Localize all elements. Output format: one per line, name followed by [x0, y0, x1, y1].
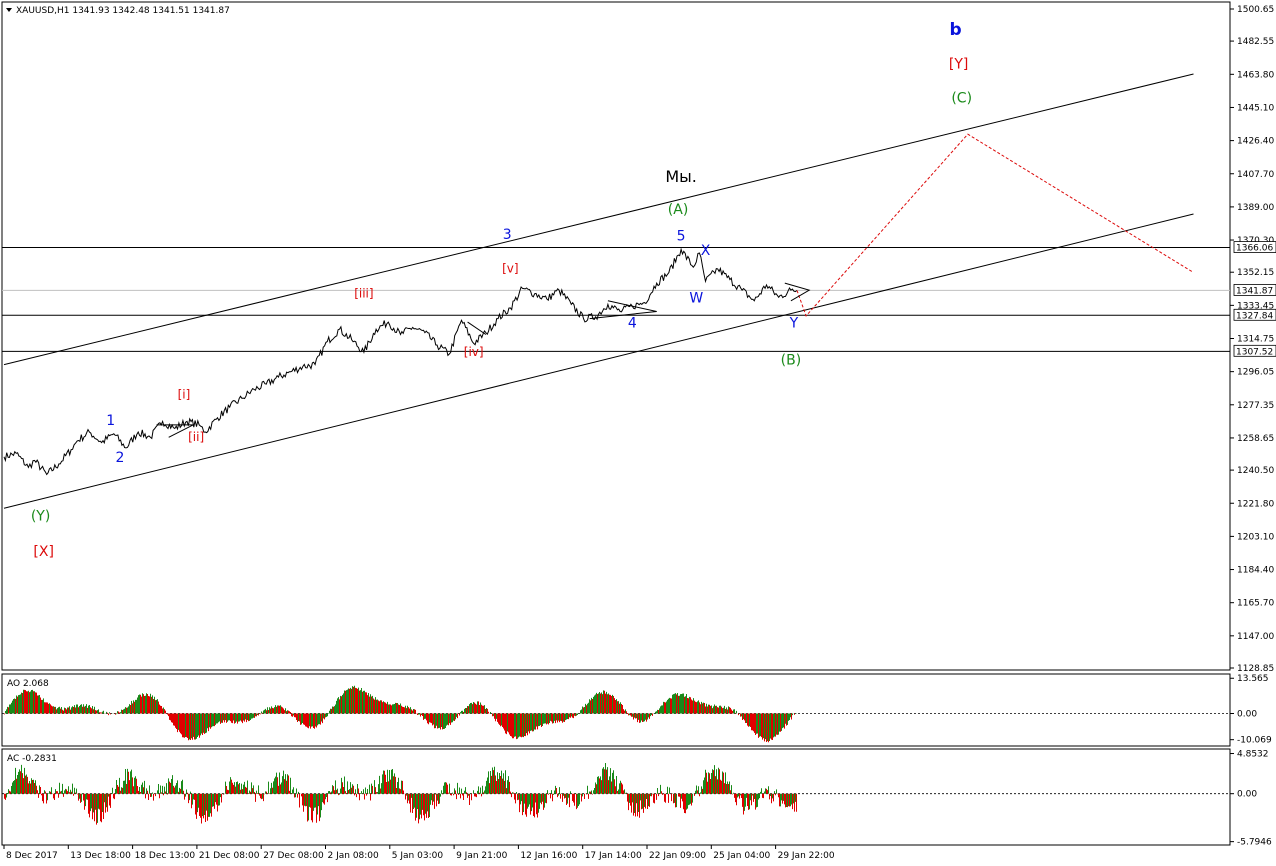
price-label-value: 1307.52 [1236, 347, 1273, 357]
time-tick-label: 18 Dec 13:00 [135, 851, 196, 861]
wave-label: W [689, 291, 703, 307]
price-tick-label: 1500.65 [1237, 5, 1274, 15]
wave-label: (B) [781, 353, 802, 369]
price-tick-label: 1221.80 [1237, 499, 1274, 509]
price-tick-label: 1184.40 [1237, 566, 1274, 576]
main-price-panel[interactable] [1, 1, 1231, 671]
osc-tick-label: -5.7946 [1237, 838, 1272, 848]
ac-panel[interactable] [1, 748, 1231, 846]
wave-label: Y [789, 315, 799, 331]
ao-indicator-label: AO 2.068 [7, 679, 49, 689]
wave-label: (A) [668, 202, 689, 218]
wave-label: [iv] [464, 345, 484, 359]
wave-label: [iii] [354, 286, 373, 300]
price-tick-label: 1445.10 [1237, 103, 1274, 113]
osc-tick-label: -10.069 [1237, 736, 1272, 746]
osc-tick-label: 0.00 [1237, 710, 1257, 720]
price-tick-label: 1203.10 [1237, 532, 1274, 542]
osc-tick-label: 0.00 [1237, 790, 1257, 800]
symbol-header: XAUUSD,H1 1341.93 1342.48 1341.51 1341.8… [16, 6, 230, 16]
wave-label: [Y] [949, 57, 968, 73]
wave-label: 3 [503, 227, 512, 243]
osc-tick-label: 13.565 [1237, 674, 1269, 684]
time-tick-label: 25 Jan 04:00 [713, 851, 770, 861]
wave-label: [X] [33, 544, 54, 560]
wave-label: (C) [951, 90, 972, 106]
osc-tick-label: 4.8532 [1237, 750, 1269, 760]
time-tick-label: 22 Jan 09:00 [649, 851, 706, 861]
time-tick-label: 13 Dec 18:00 [70, 851, 131, 861]
price-tick-label: 1296.05 [1237, 368, 1274, 378]
price-tick-label: 1314.75 [1237, 335, 1274, 345]
time-tick-label: 17 Jan 14:00 [585, 851, 642, 861]
price-tick-label: 1165.70 [1237, 599, 1274, 609]
price-tick-label: 1147.00 [1237, 632, 1274, 642]
wave-label: [v] [502, 261, 518, 275]
price-tick-label: 1389.00 [1237, 203, 1274, 213]
price-label-value: 1366.06 [1236, 244, 1273, 254]
ac-indicator-label: AC -0.2831 [7, 754, 57, 764]
price-label-value: 1327.84 [1236, 311, 1273, 321]
wave-label: 4 [628, 315, 637, 331]
time-tick-label: 9 Jan 21:00 [456, 851, 508, 861]
wave-label: 2 [115, 450, 124, 466]
price-tick-label: 1258.65 [1237, 434, 1274, 444]
price-tick-label: 1240.50 [1237, 466, 1274, 476]
time-tick-label: 27 Dec 08:00 [263, 851, 324, 861]
time-axis: 8 Dec 2017 13 Dec 18:00 18 Dec 13:00 21 Dec… [3, 845, 835, 861]
time-tick-label: 12 Jan 16:00 [520, 851, 577, 861]
wave-label: b [950, 20, 962, 40]
wave-label: (Y) [31, 509, 50, 525]
time-tick-label: 21 Dec 08:00 [199, 851, 260, 861]
wave-label: 5 [677, 229, 686, 245]
price-tick-label: 1426.40 [1237, 137, 1274, 147]
wave-label: 1 [106, 413, 115, 429]
wave-label: [i] [178, 387, 191, 401]
price-tick-label: 1277.35 [1237, 401, 1274, 411]
time-tick-label: 29 Jan 22:00 [778, 851, 835, 861]
time-tick-label: 5 Jan 03:00 [392, 851, 444, 861]
wave-label: [ii] [188, 430, 204, 444]
price-tick-label: 1463.80 [1237, 70, 1274, 80]
price-tick-label: 1482.55 [1237, 37, 1274, 47]
price-tick-label: 1352.15 [1237, 268, 1274, 278]
chart-window[interactable]: b [Y] (C) Мы. (A) 5X W 3 [v] [iii] [iv] 4 Y (B) 1 2 [i] [… [0, 0, 1276, 866]
price-tick-label: 1128.85 [1237, 664, 1274, 674]
price-axis: 1500.65 1482.55 1463.80 1445.10 1426.40 1407.… [1230, 5, 1276, 674]
price-label-value: 1341.87 [1236, 286, 1273, 296]
time-tick-label: 2 Jan 08:00 [328, 851, 380, 861]
wave-label: Мы. [665, 167, 697, 186]
price-tick-label: 1407.70 [1237, 170, 1274, 180]
time-tick-label: 8 Dec 2017 [6, 851, 58, 861]
wave-label: X [701, 243, 711, 259]
